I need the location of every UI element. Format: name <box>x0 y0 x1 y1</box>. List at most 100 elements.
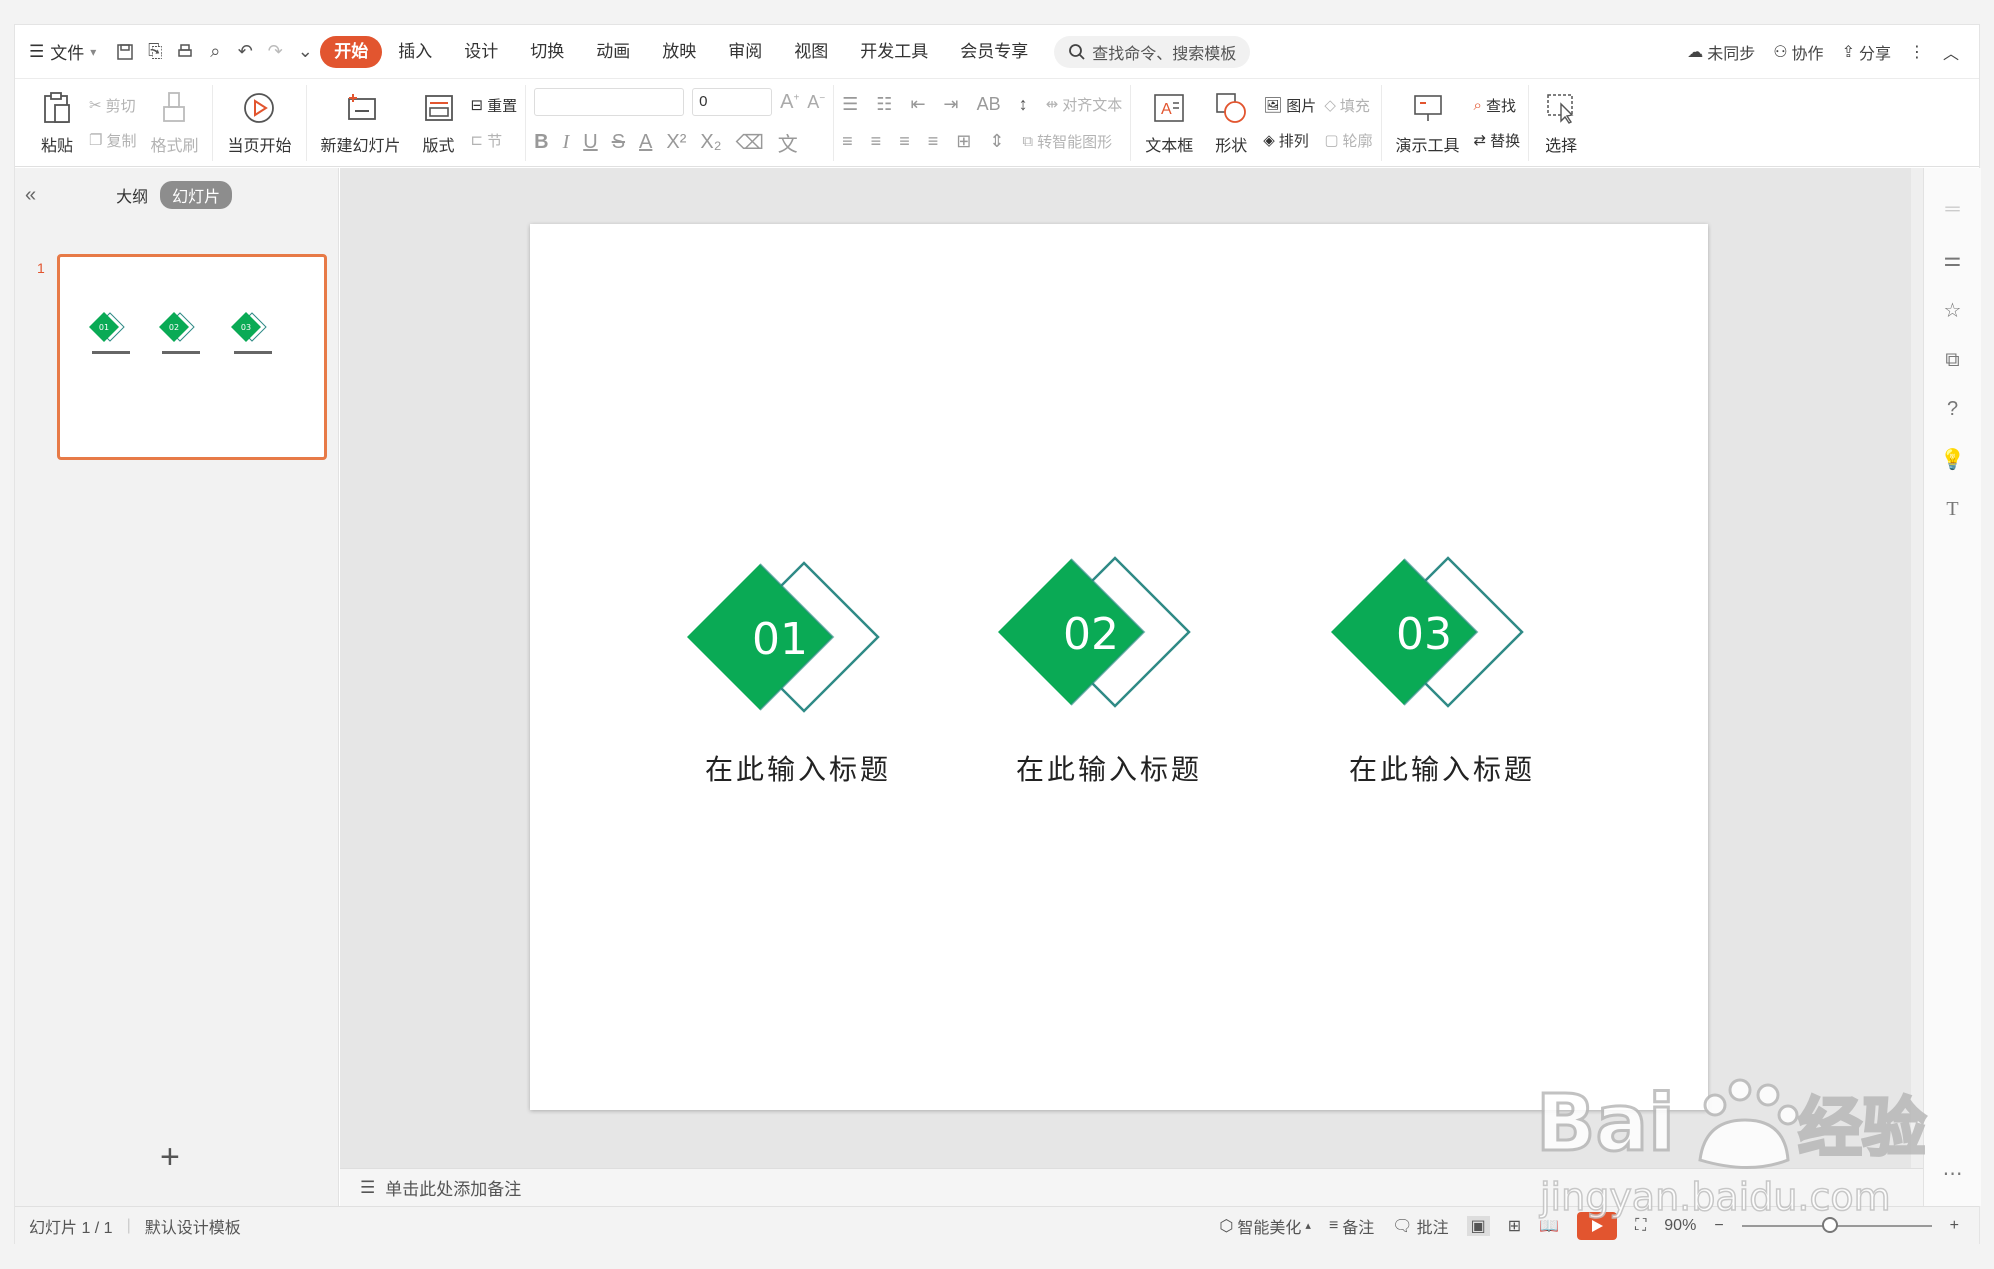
font-color-icon[interactable]: A <box>639 131 652 154</box>
slide-thumbnail[interactable]: 01 02 03 <box>57 254 327 460</box>
align-center-icon[interactable]: ≡ <box>871 131 882 152</box>
item-title-3[interactable]: 在此输入标题 <box>1349 753 1535 786</box>
underline-icon[interactable]: U <box>583 131 597 154</box>
grid-view-icon[interactable]: ⊞ <box>1508 1216 1521 1236</box>
italic-icon[interactable]: I <box>563 131 570 154</box>
paste-button[interactable]: 粘贴 <box>33 90 81 156</box>
star-icon[interactable]: ☆ <box>1944 298 1962 323</box>
font-family-select[interactable] <box>534 88 685 116</box>
play-from-current-button[interactable]: 当页开始 <box>221 90 297 156</box>
diamond-item-1[interactable]: 01 在此输入标题 <box>687 561 891 786</box>
copy-button[interactable]: ❐ 复制 <box>89 130 136 151</box>
tab-slideshow[interactable]: 放映 <box>646 36 712 68</box>
presentation-tools-button[interactable]: 演示工具 <box>1390 90 1466 156</box>
bullet-list-icon[interactable]: ☰ <box>842 94 858 115</box>
font-size-select[interactable]: 0 <box>692 88 773 116</box>
tab-insert[interactable]: 插入 <box>382 36 448 68</box>
find-button[interactable]: ⌕ 查找 <box>1474 95 1521 116</box>
tab-view[interactable]: 视图 <box>778 36 844 68</box>
phonetic-icon[interactable]: 文 <box>778 128 798 157</box>
select-button[interactable]: 选择 <box>1537 90 1585 156</box>
more-vertical-icon[interactable]: ⋮ <box>1909 42 1925 62</box>
distribute-icon[interactable]: ⊞ <box>956 131 971 152</box>
redo-icon[interactable]: ↷ <box>260 37 290 67</box>
outline-button[interactable]: ▢ 轮廓 <box>1324 130 1372 151</box>
normal-view-icon[interactable]: ▣ <box>1466 1215 1490 1236</box>
increase-font-icon[interactable]: A+ <box>780 91 799 114</box>
strikethrough-icon[interactable]: S <box>612 131 625 154</box>
top-right-actions: ☁ 未同步 ⚇ 协作 ⇪ 分享 ⋮ ︿ <box>1687 40 1979 64</box>
text-direction-icon[interactable]: AB <box>977 94 1001 115</box>
textbox-button[interactable]: A 文本框 <box>1139 90 1199 156</box>
align-right-icon[interactable]: ≡ <box>899 131 910 152</box>
tab-home[interactable]: 开始 <box>320 35 383 68</box>
collapse-panel-icon[interactable]: « <box>25 184 36 207</box>
print-preview-icon[interactable]: ⌕ <box>200 37 230 67</box>
shape-button[interactable]: 形状 <box>1207 90 1255 156</box>
chevron-up-icon: ▴ <box>1305 1220 1311 1232</box>
decrease-indent-icon[interactable]: ⇤ <box>910 94 925 115</box>
diamond-item-3[interactable]: 03 在此输入标题 <box>1331 556 1535 786</box>
command-search[interactable]: 查找命令、搜索模板 <box>1054 35 1251 68</box>
tab-transitions[interactable]: 切换 <box>514 36 580 68</box>
layout-button[interactable]: 版式 <box>415 90 463 156</box>
tab-member[interactable]: 会员专享 <box>944 36 1044 68</box>
undo-icon[interactable]: ↶ <box>230 37 260 67</box>
cut-button[interactable]: ✂ 剪切 <box>89 95 136 116</box>
numbered-list-icon[interactable]: ☷ <box>876 94 892 115</box>
share-button[interactable]: ⇪ 分享 <box>1842 40 1891 64</box>
eraser-icon[interactable]: ⌫ <box>735 130 763 155</box>
smart-shape-button[interactable]: ⧉ 转智能图形 <box>1022 131 1112 152</box>
decrease-font-icon[interactable]: A− <box>807 92 825 113</box>
tab-design[interactable]: 设计 <box>448 36 514 68</box>
line-spacing-icon[interactable]: ⇕ <box>989 131 1004 152</box>
print-icon[interactable] <box>170 37 200 67</box>
collapse-ribbon-icon[interactable]: ︿ <box>1943 40 1959 64</box>
smart-beautify-button[interactable]: ⬡ 智能美化 ▴ <box>1219 1214 1311 1238</box>
sync-button[interactable]: ☁ 未同步 <box>1687 40 1755 64</box>
align-left-icon[interactable]: ≡ <box>842 131 853 152</box>
picture-button[interactable]: 🖼 图片 <box>1263 95 1316 116</box>
properties-icon[interactable]: ⚌ <box>1944 247 1962 272</box>
arrange-button[interactable]: ◈ 排列 <box>1263 130 1316 151</box>
section-button[interactable]: ⊏ 节 <box>471 130 518 151</box>
help-icon[interactable]: ? <box>1947 398 1958 421</box>
notes-toggle-button[interactable]: ≡ 备注 <box>1329 1214 1374 1238</box>
fill-button[interactable]: ◇ 填充 <box>1324 95 1372 116</box>
increase-indent-icon[interactable]: ⇥ <box>944 94 959 115</box>
slide-editor[interactable]: 01 在此输入标题 02 在此输入标题 03 在此输入标题 <box>530 224 1708 1110</box>
item-title-2[interactable]: 在此输入标题 <box>1016 753 1202 786</box>
zoom-in-icon[interactable]: + <box>1950 1217 1959 1235</box>
reset-button[interactable]: ⊟ 重置 <box>471 95 518 116</box>
justify-icon[interactable]: ≡ <box>928 131 939 152</box>
save-icon[interactable] <box>110 37 140 67</box>
section-icon: ⊏ <box>470 132 484 149</box>
slides-copy-icon[interactable]: ⧉ <box>1945 349 1959 372</box>
collaborate-button[interactable]: ⚇ 协作 <box>1773 40 1823 64</box>
lightbulb-icon[interactable]: 💡 <box>1940 447 1965 472</box>
slide-thumbnail-number: 1 <box>37 260 45 276</box>
tab-outline[interactable]: 大纲 <box>116 183 148 207</box>
tab-animations[interactable]: 动画 <box>580 36 646 68</box>
format-painter-button[interactable]: 格式刷 <box>144 90 204 156</box>
tab-review[interactable]: 审阅 <box>712 36 778 68</box>
brush-icon <box>156 90 192 126</box>
export-icon[interactable]: ⎘ <box>140 37 170 67</box>
item-title-1[interactable]: 在此输入标题 <box>705 753 891 786</box>
bold-icon[interactable]: B <box>534 131 548 154</box>
new-slide-button[interactable]: 新建幻灯片 <box>315 90 407 156</box>
subscript-icon[interactable]: X₂ <box>700 131 721 154</box>
file-menu-button[interactable]: ☰ 文件 ▾ <box>15 39 110 64</box>
align-text-button[interactable]: ⇹ 对齐文本 <box>1046 94 1123 115</box>
customize-toolbar-icon[interactable]: ⌄ <box>290 37 320 67</box>
tab-developer[interactable]: 开发工具 <box>844 36 944 68</box>
diamond-item-2[interactable]: 02 在此输入标题 <box>998 556 1202 786</box>
template-name[interactable]: 默认设计模板 <box>145 1214 241 1238</box>
add-slide-button[interactable]: + <box>160 1138 180 1177</box>
replace-button[interactable]: ⇄ 替换 <box>1474 130 1521 151</box>
superscript-icon[interactable]: X² <box>666 131 686 154</box>
comments-button[interactable]: 🗨 批注 <box>1392 1214 1448 1238</box>
text-format-icon[interactable]: T <box>1946 498 1958 521</box>
tab-slides[interactable]: 幻灯片 <box>160 181 233 209</box>
sort-icon[interactable]: ↕ <box>1019 94 1028 115</box>
